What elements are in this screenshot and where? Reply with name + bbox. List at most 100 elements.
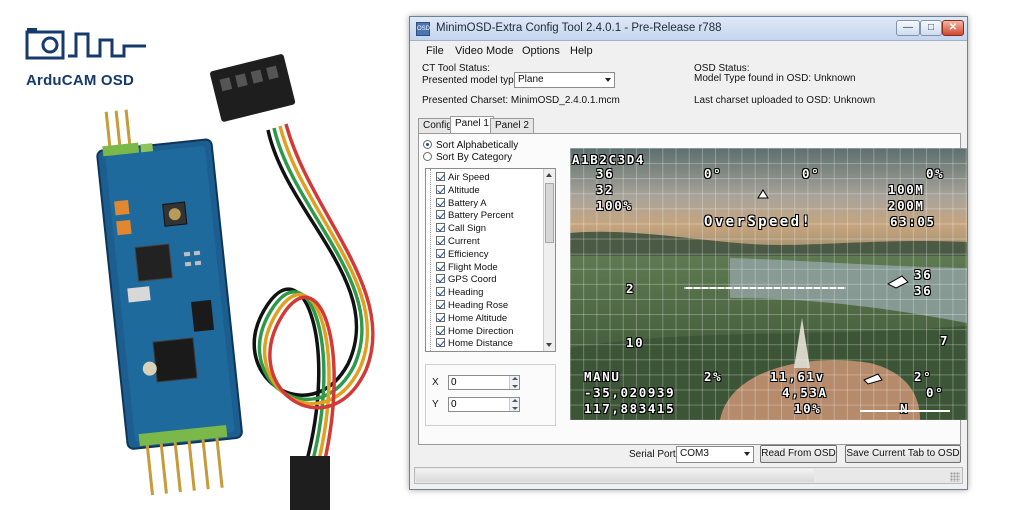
maximize-button[interactable]: □: [920, 20, 942, 36]
menu-video-mode[interactable]: Video Mode: [455, 45, 514, 57]
checkbox-checked-icon[interactable]: [436, 325, 445, 335]
model-type-label: Presented model type:: [422, 75, 523, 86]
composite-image: ArduCAM OSD OSD MinimOSD-Extra Config To…: [0, 0, 1020, 510]
list-scrollbar[interactable]: [543, 169, 555, 351]
tab-panel-2[interactable]: Panel 2: [490, 118, 534, 133]
read-from-osd-button[interactable]: Read From OSD: [760, 445, 837, 463]
checkbox-checked-icon[interactable]: [436, 338, 445, 348]
title-bar[interactable]: OSD MinimOSD-Extra Config Tool 2.4.0.1 -…: [410, 17, 967, 41]
checkbox-checked-icon[interactable]: [436, 210, 445, 220]
app-icon: OSD: [416, 22, 430, 36]
list-item[interactable]: Heading Rose: [436, 300, 508, 313]
scroll-up-icon[interactable]: [546, 173, 552, 177]
menu-help[interactable]: Help: [570, 45, 593, 57]
model-type-select[interactable]: Plane: [514, 72, 615, 88]
checkbox-checked-icon[interactable]: [436, 300, 445, 309]
list-item[interactable]: Battery Percent: [436, 210, 513, 223]
chevron-down-icon: [744, 452, 750, 456]
checkbox-checked-icon[interactable]: [436, 351, 445, 352]
menu-bar: File Video Mode Options Help: [410, 42, 967, 60]
x-stepper-icon[interactable]: [509, 376, 519, 389]
scroll-thumb[interactable]: [545, 183, 554, 243]
x-spinbox[interactable]: 0: [448, 375, 520, 390]
list-item[interactable]: Call Sign: [436, 223, 486, 236]
list-item-label: Horizon: [448, 351, 481, 352]
list-item-label: Home Distance: [448, 338, 513, 350]
serial-port-label: Serial Port:: [629, 449, 679, 460]
panel-1-content: Sort Alphabetically Sort By Category Air…: [418, 133, 967, 445]
charset-label: Presented Charset: MinimOSD_2.4.0.1.mcm: [422, 95, 620, 106]
list-item[interactable]: Efficiency: [436, 248, 489, 262]
list-item-label: Altitude: [448, 184, 480, 196]
sort-category-option[interactable]: Sort By Category: [423, 152, 512, 163]
list-item-label: Heading Rose: [448, 300, 509, 311]
osd-horizon-overlay: [684, 189, 950, 412]
list-item[interactable]: Home Distance: [436, 338, 513, 351]
serial-port-select[interactable]: COM3: [676, 446, 754, 463]
radio-selected-icon: [423, 140, 432, 149]
list-item[interactable]: Altitude: [436, 184, 480, 198]
sort-alpha-option[interactable]: Sort Alphabetically: [423, 140, 518, 151]
y-label: Y: [432, 399, 439, 410]
radio-icon: [423, 152, 432, 161]
list-item-label: Home Altitude: [448, 312, 508, 324]
checkbox-checked-icon[interactable]: [436, 236, 445, 245]
list-item[interactable]: Battery A: [436, 197, 487, 211]
checkbox-checked-icon[interactable]: [436, 172, 445, 181]
list-item-label: Heading: [448, 287, 484, 299]
list-item-label: Home Direction: [448, 325, 514, 337]
tree-line: [430, 169, 431, 351]
checkbox-checked-icon[interactable]: [436, 287, 445, 297]
y-value: 0: [451, 399, 457, 410]
model-type-value: Plane: [518, 74, 544, 85]
y-stepper-icon[interactable]: [509, 398, 519, 411]
osd-model-found: Model Type found in OSD: Unknown: [694, 73, 856, 84]
scroll-down-icon[interactable]: [546, 343, 552, 347]
close-button[interactable]: ✕: [942, 20, 964, 36]
checkbox-checked-icon[interactable]: [436, 261, 445, 271]
resize-grip-icon[interactable]: [950, 472, 960, 482]
config-tool-window: OSD MinimOSD-Extra Config Tool 2.4.0.1 -…: [409, 16, 968, 490]
menu-file[interactable]: File: [426, 45, 444, 57]
list-item[interactable]: Home Direction: [436, 325, 514, 339]
panel-item-list[interactable]: Air Speed Altitude Battery A Battery Percen…: [425, 168, 556, 352]
sort-alpha-label: Sort Alphabetically: [436, 140, 519, 151]
checkbox-checked-icon[interactable]: [436, 274, 445, 284]
checkbox-checked-icon[interactable]: [436, 248, 445, 258]
list-item[interactable]: Home Altitude: [436, 312, 508, 326]
minimize-button[interactable]: —: [896, 20, 920, 36]
osd-preview[interactable]: A1B2C3D4 36 0° 0° 0% 32 100M 100% 200M O…: [570, 148, 967, 420]
list-item[interactable]: Current: [436, 236, 480, 249]
checkbox-checked-icon[interactable]: [436, 197, 445, 207]
list-item[interactable]: Horizon: [436, 351, 481, 352]
list-item[interactable]: Flight Mode: [436, 261, 498, 275]
serial-port-value: COM3: [680, 448, 709, 459]
list-item-label: GPS Coord: [448, 274, 497, 286]
checkbox-checked-icon[interactable]: [436, 223, 445, 233]
list-item[interactable]: GPS Coord: [436, 274, 497, 287]
list-item-label: Current: [448, 236, 480, 247]
window-title: MinimOSD-Extra Config Tool 2.4.0.1 - Pre…: [436, 22, 722, 34]
status-bar: [414, 467, 963, 484]
list-item-label: Air Speed: [448, 172, 490, 183]
list-item[interactable]: Air Speed: [436, 172, 490, 185]
list-item[interactable]: Heading: [436, 287, 483, 300]
position-group: X 0 Y 0: [425, 364, 556, 426]
x-label: X: [432, 377, 439, 388]
osd-board-photo: [96, 54, 375, 510]
chevron-down-icon: [605, 78, 611, 82]
checkbox-checked-icon[interactable]: [436, 184, 445, 194]
osd-charset-uploaded: Last charset uploaded to OSD: Unknown: [694, 95, 876, 106]
tab-panel-1[interactable]: Panel 1: [450, 116, 494, 134]
checkbox-checked-icon[interactable]: [436, 312, 445, 322]
x-value: 0: [451, 377, 457, 388]
ct-status-heading: CT Tool Status:: [422, 63, 490, 74]
list-item-label: Efficiency: [448, 248, 489, 260]
save-tab-to-osd-button[interactable]: Save Current Tab to OSD: [845, 445, 961, 463]
progress-bar: [416, 469, 814, 482]
sort-category-label: Sort By Category: [436, 152, 513, 163]
menu-options[interactable]: Options: [522, 45, 560, 57]
list-item-label: Call Sign: [448, 223, 487, 235]
y-spinbox[interactable]: 0: [448, 397, 520, 412]
status-panel: CT Tool Status: Presented model type: Pl…: [418, 63, 958, 117]
